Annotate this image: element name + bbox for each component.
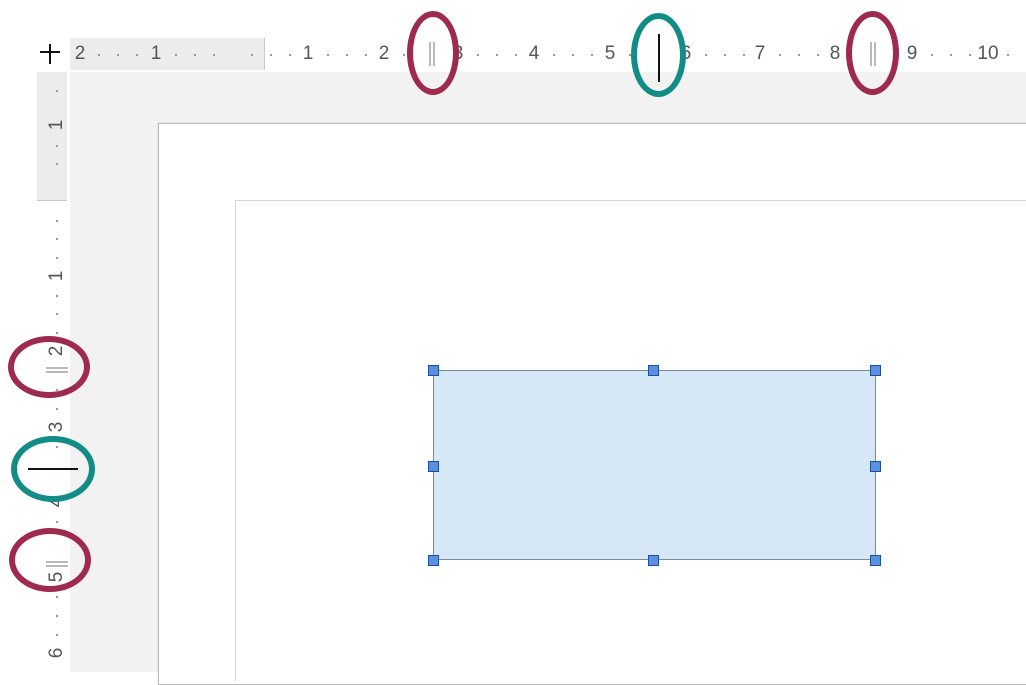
v-ruler-tick (56, 408, 58, 410)
resize-handle-top-left[interactable] (428, 365, 439, 376)
v-ruler-tick (56, 332, 58, 334)
v-ruler-tick (56, 220, 58, 222)
h-ruler-label: 1 (150, 43, 162, 64)
h-ruler-label: 4 (528, 43, 540, 64)
highlight-ring-h-position (631, 13, 686, 97)
highlight-ring-v-top-margin (8, 336, 90, 398)
v-ruler-tick (56, 238, 58, 240)
h-ruler-tick (346, 54, 348, 56)
ruler-corner-tab-icon[interactable] (38, 42, 62, 66)
h-ruler-label: 9 (906, 43, 918, 64)
highlight-ring-v-bottom-margin (9, 528, 91, 592)
highlight-ring-v-position (11, 436, 95, 502)
h-ruler-tick (779, 54, 781, 56)
h-ruler-label: 2 (378, 43, 390, 64)
h-ruler-tick (515, 54, 517, 56)
highlight-ring-h-right-margin (846, 11, 899, 95)
h-ruler-tick (175, 54, 177, 56)
h-ruler-tick (251, 54, 253, 56)
resize-handle-bottom-right[interactable] (870, 555, 881, 566)
h-ruler-tick (969, 54, 971, 56)
v-ruler-tick (56, 90, 58, 92)
highlight-ring-h-left-margin (407, 11, 459, 95)
h-ruler-tick (591, 54, 593, 56)
v-ruler-label: 6 (46, 647, 67, 659)
v-ruler-tick (56, 313, 58, 315)
h-ruler-tick (365, 54, 367, 56)
h-ruler-tick (117, 54, 119, 56)
h-ruler-tick (496, 54, 498, 56)
h-ruler-label: 2 (74, 43, 86, 64)
v-ruler-label: 3 (46, 421, 67, 433)
h-ruler-tick (553, 54, 555, 56)
h-ruler-tick (477, 54, 479, 56)
v-ruler-label: 1 (46, 119, 67, 131)
resize-handle-bottom-center[interactable] (648, 555, 659, 566)
h-ruler-tick (213, 54, 215, 56)
h-ruler-tick (572, 54, 574, 56)
h-ruler-tick (743, 54, 745, 56)
h-ruler-label: 10 (977, 43, 999, 64)
h-ruler-tick (136, 54, 138, 56)
v-ruler-tick (56, 615, 58, 617)
h-ruler-tick (931, 54, 933, 56)
v-ruler-tick (56, 596, 58, 598)
h-ruler-tick (724, 54, 726, 56)
h-ruler-tick (327, 54, 329, 56)
resize-handle-bottom-left[interactable] (428, 555, 439, 566)
v-ruler-tick (56, 145, 58, 147)
v-ruler-tick (56, 295, 58, 297)
h-ruler-label: 5 (604, 43, 616, 64)
selected-rectangle-shape[interactable] (433, 370, 876, 560)
resize-handle-top-center[interactable] (648, 365, 659, 376)
v-ruler-tick (56, 257, 58, 259)
v-ruler-tick (56, 521, 58, 523)
h-ruler-tick (403, 54, 405, 56)
h-ruler-tick (289, 54, 291, 56)
v-ruler-tick (56, 163, 58, 165)
resize-handle-middle-left[interactable] (428, 461, 439, 472)
h-ruler-label: 7 (754, 43, 766, 64)
h-ruler-tick (950, 54, 952, 56)
h-ruler-tick (817, 54, 819, 56)
resize-handle-middle-right[interactable] (870, 461, 881, 472)
h-ruler-tick (705, 54, 707, 56)
h-ruler-tick (98, 54, 100, 56)
h-ruler-label: 8 (829, 43, 841, 64)
v-ruler-label: 1 (46, 270, 67, 282)
h-ruler-tick (1007, 54, 1009, 56)
vertical-ruler-top-margin-zone (37, 72, 67, 201)
h-ruler-tick (798, 54, 800, 56)
h-ruler-label: 1 (302, 43, 314, 64)
h-ruler-tick (194, 54, 196, 56)
v-ruler-tick (56, 634, 58, 636)
resize-handle-top-right[interactable] (870, 365, 881, 376)
h-ruler-tick (270, 54, 272, 56)
